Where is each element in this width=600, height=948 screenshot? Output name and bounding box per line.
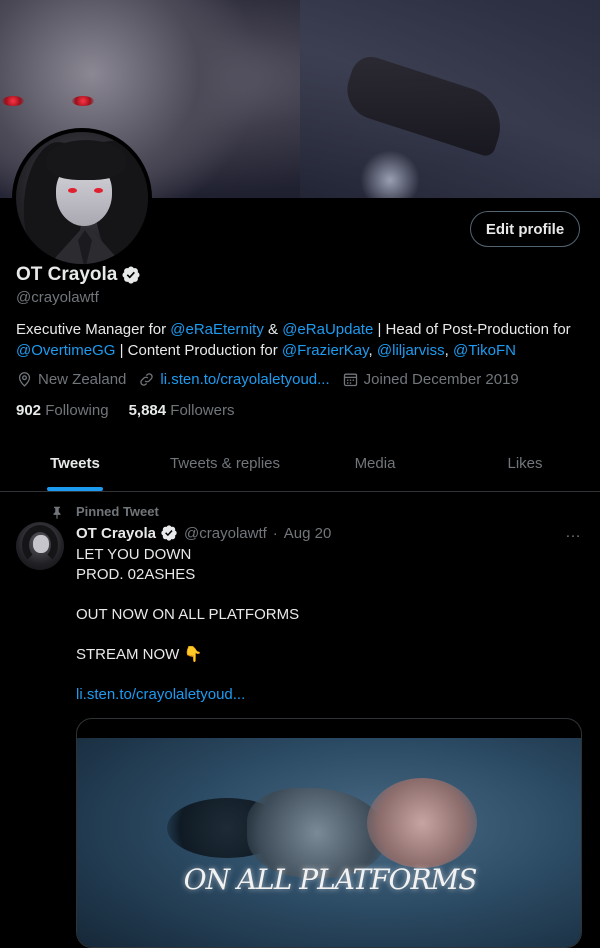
- bio-text: ,: [368, 342, 377, 359]
- tweet-media-video[interactable]: ON ALL PLATFORMS: [76, 718, 582, 948]
- display-name: OT Crayola: [16, 264, 118, 285]
- pinned-tweet-label: Pinned Tweet: [50, 504, 159, 519]
- bio-text: ,: [444, 342, 453, 359]
- tweet-author-name[interactable]: OT Crayola: [76, 525, 156, 542]
- tab-tweets[interactable]: Tweets: [0, 435, 150, 491]
- followers-link[interactable]: 5,884 Followers: [129, 402, 235, 419]
- tweet-header: OT Crayola @crayolawtf · Aug 20: [76, 524, 331, 542]
- tweet-line: [76, 585, 581, 605]
- following-label: Following: [45, 402, 109, 419]
- tweet-line: [76, 625, 581, 645]
- pinned-text: Pinned Tweet: [76, 504, 159, 519]
- bio-mention-link[interactable]: @liljarviss: [377, 342, 445, 359]
- calendar-icon: [343, 373, 357, 387]
- link-icon: [140, 373, 154, 386]
- tweet-line: LET YOU DOWN: [76, 546, 192, 563]
- tab-label: Likes: [507, 454, 543, 472]
- following-count: 902: [16, 402, 42, 419]
- avatar-eye: [68, 188, 77, 193]
- followers-count: 5,884: [128, 402, 167, 419]
- following-link[interactable]: 902 Following: [16, 402, 109, 419]
- avatar-face: [33, 535, 49, 553]
- bio-mention-link[interactable]: @OvertimeGG: [16, 342, 115, 359]
- bio-mention-link[interactable]: @FrazierKay: [282, 342, 369, 359]
- profile-meta: New Zealand li.sten.to/crayolaletyoud...…: [16, 371, 531, 388]
- bio-mention-link[interactable]: @eRaUpdate: [282, 321, 373, 338]
- tweet-line: OUT NOW ON ALL PLATFORMS: [76, 606, 300, 623]
- tweet-line: [76, 665, 581, 685]
- tweet-author-avatar[interactable]: [16, 522, 64, 570]
- tab-media[interactable]: Media: [300, 435, 450, 491]
- bio-text: Executive Manager for: [16, 321, 171, 338]
- tab-label: Tweets & replies: [169, 454, 281, 472]
- website-link[interactable]: li.sten.to/crayolaletyoud...: [160, 371, 329, 388]
- website-item[interactable]: li.sten.to/crayolaletyoud...: [138, 371, 330, 388]
- joined-item: Joined December 2019: [342, 371, 519, 388]
- banner-eye: [72, 96, 94, 106]
- tweet-date[interactable]: Aug 20: [284, 525, 332, 542]
- tweet-link[interactable]: li.sten.to/crayolaletyoud...: [76, 686, 245, 703]
- location-item: New Zealand: [16, 371, 126, 388]
- more-options-icon[interactable]: …: [562, 522, 584, 544]
- tweet-line: STREAM NOW 👇: [76, 646, 203, 663]
- verified-badge-icon: [161, 525, 177, 541]
- media-thumbnail: ON ALL PLATFORMS: [77, 738, 581, 947]
- profile-name-row: OT Crayola: [16, 264, 141, 286]
- tab-likes[interactable]: Likes: [450, 435, 600, 491]
- verified-badge-icon: [122, 266, 140, 284]
- profile-handle: @crayolawtf: [16, 289, 99, 306]
- tweet-separator: ·: [272, 524, 278, 542]
- profile-avatar[interactable]: [12, 128, 152, 268]
- bio-text: | Head of Post-Production for: [373, 321, 571, 338]
- profile-tabs: Tweets Tweets & replies Media Likes: [0, 435, 600, 492]
- tab-label: Media: [354, 454, 396, 472]
- avatar-hair: [46, 140, 126, 180]
- joined-text: Joined December 2019: [363, 371, 519, 388]
- bio-text: | Content Production for: [115, 342, 282, 359]
- bio-text: &: [263, 321, 283, 338]
- media-art: [367, 778, 477, 868]
- tweet-text: LET YOU DOWN PROD. 02ASHES OUT NOW ON AL…: [76, 545, 581, 705]
- pin-icon: [53, 506, 61, 519]
- follow-stats: 902 Following 5,884 Followers: [16, 402, 234, 419]
- tweet-author-handle[interactable]: @crayolawtf: [184, 525, 267, 542]
- bio-mention-link[interactable]: @eRaEternity: [170, 321, 264, 338]
- banner-eye: [2, 96, 24, 106]
- active-tab-indicator: [47, 487, 103, 491]
- tab-tweets-replies[interactable]: Tweets & replies: [150, 435, 300, 491]
- profile-bio: Executive Manager for @eRaEternity & @eR…: [16, 319, 586, 361]
- edit-profile-button[interactable]: Edit profile: [470, 211, 580, 247]
- tab-label: Tweets: [50, 454, 100, 472]
- followers-label: Followers: [170, 402, 235, 419]
- tweet-line: PROD. 02ASHES: [76, 566, 196, 583]
- media-caption: ON ALL PLATFORMS: [183, 863, 478, 896]
- banner-light: [360, 150, 420, 198]
- location-pin-icon: [18, 372, 31, 387]
- location-text: New Zealand: [38, 371, 127, 388]
- bio-mention-link[interactable]: @TikoFN: [453, 342, 516, 359]
- avatar-eye: [94, 188, 103, 193]
